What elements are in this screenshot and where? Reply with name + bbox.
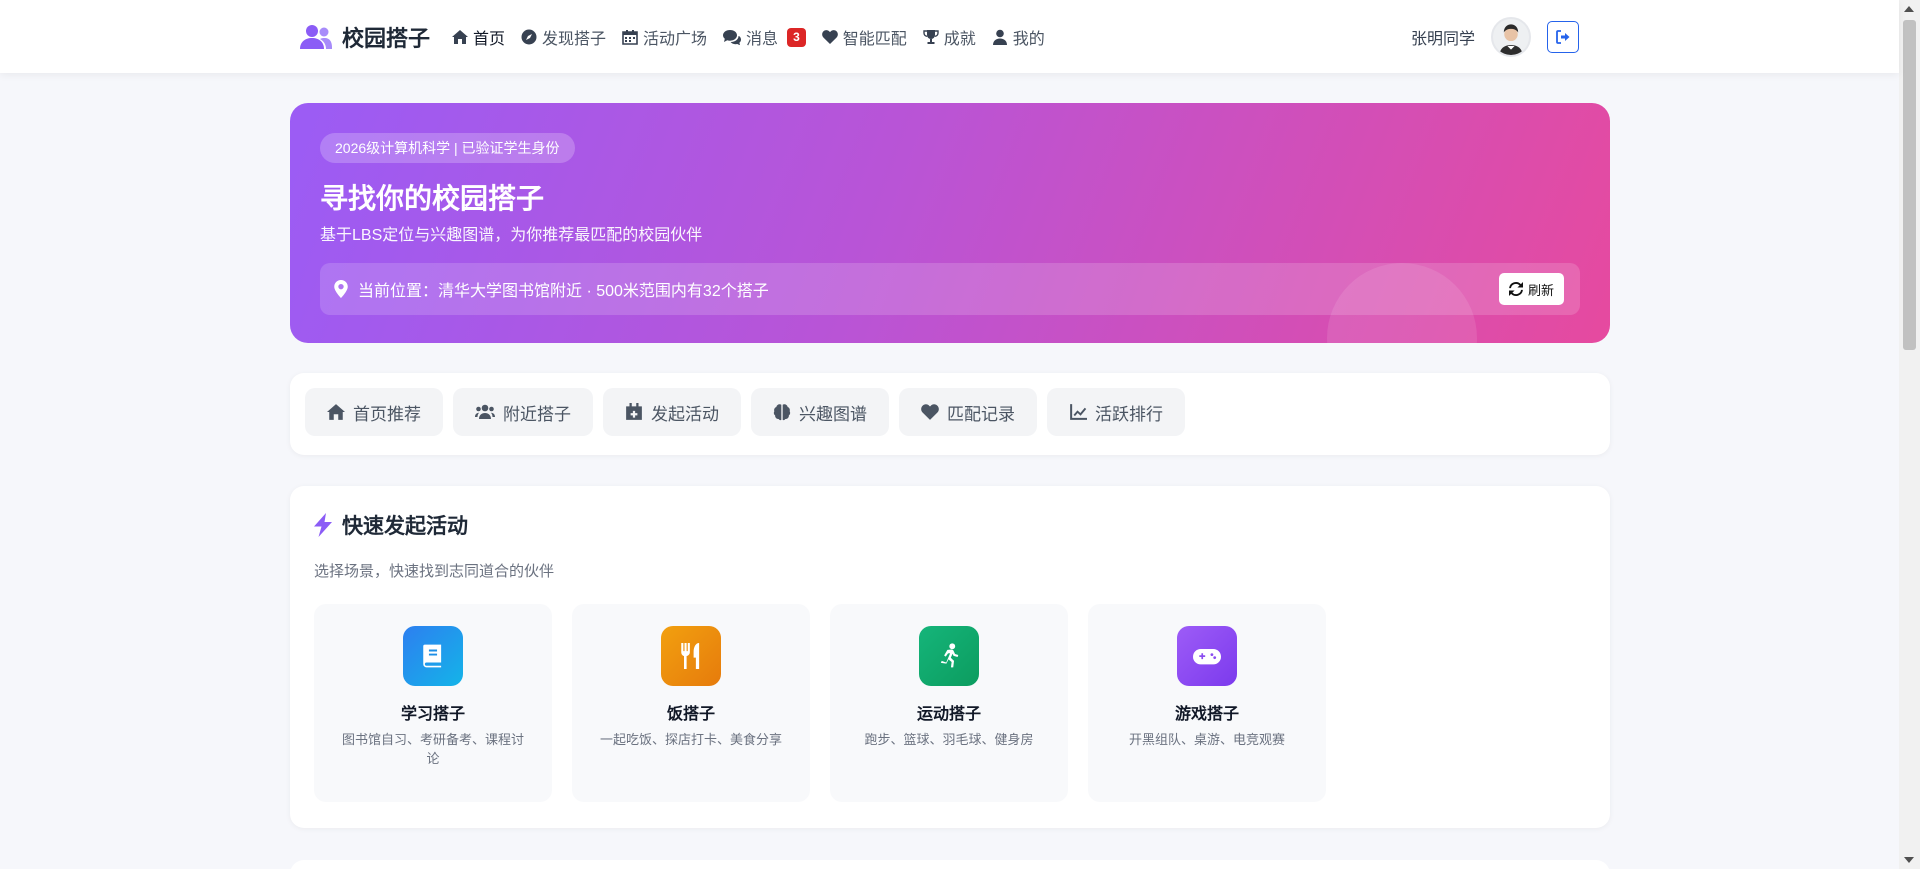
chat-icon bbox=[723, 30, 742, 45]
heart-icon bbox=[921, 404, 939, 420]
nav-profile[interactable]: 我的 bbox=[992, 25, 1045, 49]
avatar[interactable] bbox=[1491, 17, 1531, 57]
compass-icon bbox=[521, 29, 537, 45]
quick-tabs-card: 首页推荐 附近搭子 发起活动 兴趣图谱 匹配记录 活跃排行 bbox=[290, 373, 1610, 455]
heart-icon bbox=[821, 30, 838, 44]
user-name[interactable]: 张明同学 bbox=[1411, 25, 1475, 49]
calendar-icon bbox=[622, 30, 638, 45]
tab-match-history[interactable]: 匹配记录 bbox=[899, 388, 1037, 436]
scene-sport[interactable]: 运动搭子 跑步、篮球、羽毛球、健身房 bbox=[830, 604, 1068, 802]
identity-tag: 2026级计算机科学 | 已验证学生身份 bbox=[320, 133, 575, 163]
users-logo-icon bbox=[300, 25, 332, 49]
nav-messages-label: 消息 bbox=[746, 31, 779, 48]
calendar-plus-icon bbox=[626, 403, 642, 420]
tab-label: 附近搭子 bbox=[503, 404, 571, 424]
trophy-icon bbox=[923, 30, 939, 44]
tab-create-activity[interactable]: 发起活动 bbox=[603, 388, 741, 436]
nav-messages[interactable]: 消息 3 bbox=[723, 25, 806, 49]
location-bar: 当前位置：清华大学图书馆附近 · 500米范围内有32个搭子 刷新 bbox=[320, 263, 1580, 315]
tab-home-recommend[interactable]: 首页推荐 bbox=[305, 388, 443, 436]
scene-list: 学习搭子 图书馆自习、考研备考、课程讨论 饭搭子 一起吃饭、探店打卡、美食分享 … bbox=[314, 604, 1326, 802]
nav-achievements-label: 成就 bbox=[943, 31, 976, 48]
scene-name: 学习搭子 bbox=[400, 706, 465, 723]
tab-leaderboard[interactable]: 活跃排行 bbox=[1047, 388, 1185, 436]
nav-home[interactable]: 首页 bbox=[452, 25, 505, 49]
next-section-card bbox=[290, 860, 1610, 869]
scene-desc: 图书馆自习、考研备考、课程讨论 bbox=[341, 732, 524, 766]
scene-study[interactable]: 学习搭子 图书馆自习、考研备考、课程讨论 bbox=[314, 604, 552, 802]
scene-icon-box bbox=[1177, 626, 1237, 686]
scene-desc: 开黑组队、桌游、电竞观赛 bbox=[1128, 732, 1285, 747]
section-title-text: 快速发起活动 bbox=[342, 515, 468, 538]
home-icon bbox=[452, 30, 468, 44]
gamepad-icon bbox=[1193, 649, 1221, 665]
scene-desc: 跑步、篮球、羽毛球、健身房 bbox=[864, 732, 1034, 747]
book-icon bbox=[423, 644, 442, 668]
tab-label: 兴趣图谱 bbox=[799, 404, 867, 424]
scroll-down-arrow[interactable] bbox=[1904, 857, 1914, 863]
nav-activities-label: 活动广场 bbox=[643, 31, 708, 48]
tab-label: 发起活动 bbox=[651, 404, 719, 424]
section-subtitle: 选择场景，快速找到志同道合的伙伴 bbox=[314, 563, 555, 580]
scene-name: 饭搭子 bbox=[666, 706, 715, 723]
scene-name: 运动搭子 bbox=[916, 706, 981, 723]
avatar-image bbox=[1493, 19, 1529, 55]
tab-interest-graph[interactable]: 兴趣图谱 bbox=[751, 388, 889, 436]
brand[interactable]: 校园搭子 bbox=[300, 20, 430, 54]
nav-achievements[interactable]: 成就 bbox=[923, 25, 976, 49]
nav-match[interactable]: 智能匹配 bbox=[821, 25, 907, 49]
user-icon bbox=[992, 29, 1007, 45]
hero-banner: 2026级计算机科学 | 已验证学生身份 寻找你的校园搭子 基于LBS定位与兴趣… bbox=[290, 103, 1610, 343]
tab-label: 匹配记录 bbox=[947, 404, 1015, 424]
logout-button[interactable] bbox=[1547, 21, 1579, 53]
scene-icon-box bbox=[661, 626, 721, 686]
hero-title: 寻找你的校园搭子 bbox=[320, 183, 545, 214]
scene-game[interactable]: 游戏搭子 开黑组队、桌游、电竞观赛 bbox=[1088, 604, 1326, 802]
user-area: 张明同学 bbox=[1411, 17, 1579, 57]
scroll-up-arrow[interactable] bbox=[1904, 6, 1914, 12]
vertical-scrollbar[interactable] bbox=[1899, 0, 1920, 869]
refresh-button[interactable]: 刷新 bbox=[1498, 273, 1564, 305]
scene-icon-box bbox=[919, 626, 979, 686]
location-text: 当前位置：清华大学图书馆附近 · 500米范围内有32个搭子 bbox=[358, 283, 769, 300]
nav-profile-label: 我的 bbox=[1012, 31, 1045, 48]
brand-name: 校园搭子 bbox=[342, 26, 431, 51]
section-title: 快速发起活动 bbox=[314, 510, 468, 540]
top-navbar: 校园搭子 首页 发现搭子 活动广场 消息 3 智能匹配 成就 我的 张明同学 bbox=[0, 0, 1899, 73]
quick-activity-card: 快速发起活动 选择场景，快速找到志同道合的伙伴 学习搭子 图书馆自习、考研备考、… bbox=[290, 486, 1610, 828]
scene-icon-box bbox=[403, 626, 463, 686]
hero-subtitle: 基于LBS定位与兴趣图谱，为你推荐最匹配的校园伙伴 bbox=[320, 227, 703, 244]
map-marker-icon bbox=[334, 280, 348, 298]
running-icon bbox=[940, 643, 959, 668]
scene-desc: 一起吃饭、探店打卡、美食分享 bbox=[599, 732, 782, 747]
tab-label: 首页推荐 bbox=[353, 404, 421, 424]
scene-meal[interactable]: 饭搭子 一起吃饭、探店打卡、美食分享 bbox=[572, 604, 810, 802]
unread-badge: 3 bbox=[787, 27, 806, 47]
tab-label: 活跃排行 bbox=[1095, 404, 1163, 424]
tab-nearby[interactable]: 附近搭子 bbox=[453, 388, 593, 436]
quick-tabs: 首页推荐 附近搭子 发起活动 兴趣图谱 匹配记录 活跃排行 bbox=[305, 388, 1185, 436]
sign-out-icon bbox=[1556, 30, 1570, 44]
users-icon bbox=[475, 404, 495, 419]
refresh-icon bbox=[1508, 282, 1523, 296]
nav-home-label: 首页 bbox=[473, 31, 506, 48]
main-nav: 首页 发现搭子 活动广场 消息 3 智能匹配 成就 我的 bbox=[452, 24, 1045, 50]
refresh-label: 刷新 bbox=[1527, 282, 1554, 298]
nav-match-label: 智能匹配 bbox=[842, 31, 907, 48]
brain-icon bbox=[773, 404, 791, 421]
nav-activities[interactable]: 活动广场 bbox=[622, 25, 707, 49]
home-icon bbox=[327, 404, 345, 420]
chart-line-icon bbox=[1070, 404, 1087, 420]
bolt-icon bbox=[314, 513, 332, 537]
nav-discover[interactable]: 发现搭子 bbox=[521, 25, 606, 49]
scene-name: 游戏搭子 bbox=[1174, 706, 1239, 723]
utensils-icon bbox=[681, 643, 700, 669]
nav-discover-label: 发现搭子 bbox=[542, 31, 607, 48]
scrollbar-thumb[interactable] bbox=[1903, 20, 1916, 350]
